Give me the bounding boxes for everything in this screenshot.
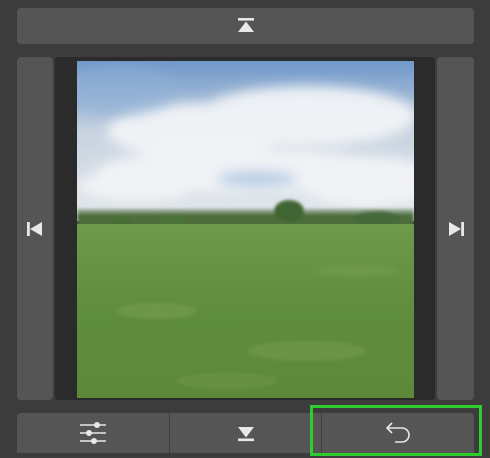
move-to-bottom-icon [237,427,254,442]
sliders-icon [79,422,106,444]
previous-button[interactable] [17,57,53,400]
skip-previous-icon [27,221,42,236]
move-to-bottom-button[interactable] [170,413,323,453]
selection-highlight [310,405,482,456]
next-button[interactable] [437,57,474,400]
adjustments-button[interactable] [17,413,170,453]
move-to-top-icon [237,18,254,32]
landscape-image [77,61,414,398]
skip-next-icon [448,221,464,236]
move-to-top-button[interactable] [17,8,474,44]
